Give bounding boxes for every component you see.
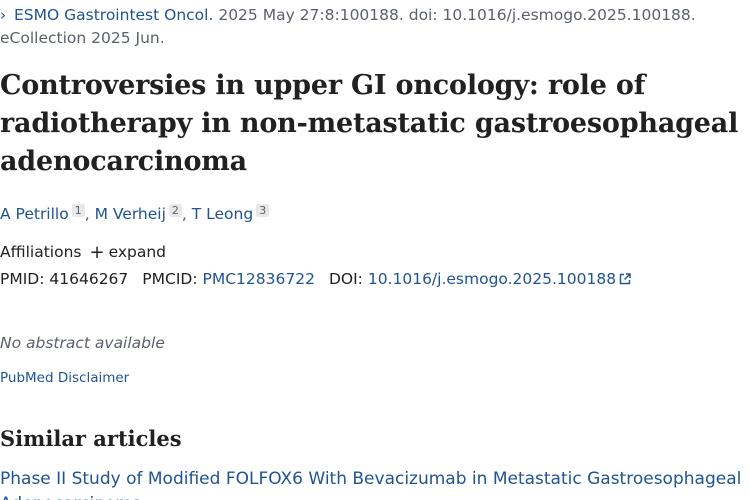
affiliation-ref[interactable]: 3 — [256, 204, 270, 217]
doi-label: DOI: — [328, 270, 363, 288]
citation-line: › ESMO Gastrointest Oncol. 2025 May 27:8:… — [0, 4, 740, 50]
expand-label: expand — [108, 243, 166, 261]
article-title: Controversies in upper GI oncology: role… — [0, 70, 739, 177]
pmcid-label: PMCID: — [142, 270, 198, 288]
external-link-icon — [619, 273, 631, 285]
plus-icon: + — [89, 242, 105, 263]
similar-articles-heading: Similar articles — [0, 426, 182, 451]
author-link[interactable]: T Leong — [192, 205, 253, 223]
author-separator: , — [181, 205, 192, 223]
affiliation-ref[interactable]: 1 — [71, 204, 85, 217]
author-list: A Petrillo 1, M Verheij 2, T Leong 3 — [0, 203, 270, 225]
pmid-label: PMID: — [0, 270, 45, 288]
affiliation-ref[interactable]: 2 — [168, 204, 182, 217]
affiliations-expand-button[interactable]: + expand — [89, 241, 166, 264]
pmcid-link[interactable]: PMC12836722 — [203, 270, 315, 288]
author-link[interactable]: A Petrillo — [0, 205, 69, 223]
no-abstract-text: No abstract available — [0, 334, 165, 352]
affiliations-label: Affiliations — [0, 243, 82, 261]
chevron-right-icon[interactable]: › — [0, 4, 14, 27]
pmid-value: 41646267 — [49, 270, 129, 288]
doi-link[interactable]: 10.1016/j.esmogo.2025.100188 — [368, 270, 631, 288]
author-separator: , — [84, 205, 95, 223]
doi-value: 10.1016/j.esmogo.2025.100188 — [367, 270, 617, 288]
pubmed-disclaimer-link[interactable]: PubMed Disclaimer — [0, 368, 129, 388]
author-link[interactable]: M Verheij — [95, 205, 166, 223]
identifiers-row: PMID: 41646267 PMCID: PMC12836722 DOI: 10.… — [0, 268, 631, 290]
journal-link[interactable]: ESMO Gastrointest Oncol. — [14, 6, 213, 24]
affiliations-row: Affiliations + expand — [0, 241, 166, 264]
similar-article-link[interactable]: Phase II Study of Modified FOLFOX6 With … — [0, 467, 745, 500]
